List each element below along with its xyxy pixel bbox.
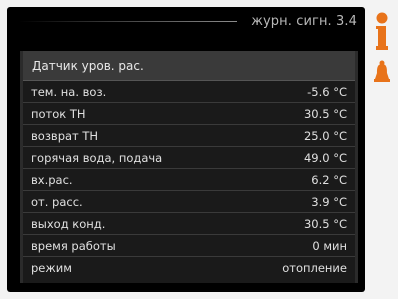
display-screen: журн. сигн. 3.4 Датчик уров. рас. тем. н…	[7, 7, 365, 292]
row-label: поток ТН	[31, 107, 86, 121]
row-label: выход конд.	[31, 217, 106, 231]
row-label: вх.рас.	[31, 173, 73, 187]
row-label: горячая вода, подача	[31, 151, 163, 165]
row-value: -5.6 °C	[307, 85, 347, 99]
row-value: 25.0 °C	[303, 129, 347, 143]
sensor-row[interactable]: поток ТН 30.5 °C	[23, 104, 355, 125]
sensor-row[interactable]: тем. на. воз. -5.6 °C	[23, 82, 355, 103]
page-title: журн. сигн. 3.4	[251, 14, 357, 29]
sensor-row[interactable]: время работы 0 мин	[23, 236, 355, 257]
row-label: тем. на. воз.	[31, 85, 107, 99]
header-divider	[19, 21, 237, 22]
row-label: от. расс.	[31, 195, 83, 209]
row-value: 0 мин	[312, 239, 347, 253]
sensor-row[interactable]: выход конд. 30.5 °C	[23, 214, 355, 235]
row-label: режим	[31, 261, 72, 275]
row-label: время работы	[31, 239, 116, 253]
sensor-row[interactable]: режим отопление	[23, 258, 355, 279]
row-value: 30.5 °C	[303, 107, 347, 121]
row-value: 6.2 °C	[311, 173, 347, 187]
row-value: 3.9 °C	[311, 195, 347, 209]
header: журн. сигн. 3.4	[7, 7, 365, 45]
row-value: 49.0 °C	[303, 151, 347, 165]
sensor-row[interactable]: от. расс. 3.9 °C	[23, 192, 355, 213]
row-value: отопление	[282, 261, 347, 275]
sensor-row[interactable]: возврат ТН 25.0 °C	[23, 126, 355, 147]
row-label: возврат ТН	[31, 129, 99, 143]
alarm-bell-icon[interactable]	[373, 60, 391, 84]
row-value: 30.5 °C	[303, 217, 347, 231]
sensor-row[interactable]: горячая вода, подача 49.0 °C	[23, 148, 355, 169]
info-icon[interactable]	[373, 12, 391, 52]
sensor-row[interactable]: вх.рас. 6.2 °C	[23, 170, 355, 191]
panel-title: Датчик уров. рас.	[23, 51, 355, 81]
sensor-panel: Датчик уров. рас. тем. на. воз. -5.6 °C …	[20, 51, 358, 283]
